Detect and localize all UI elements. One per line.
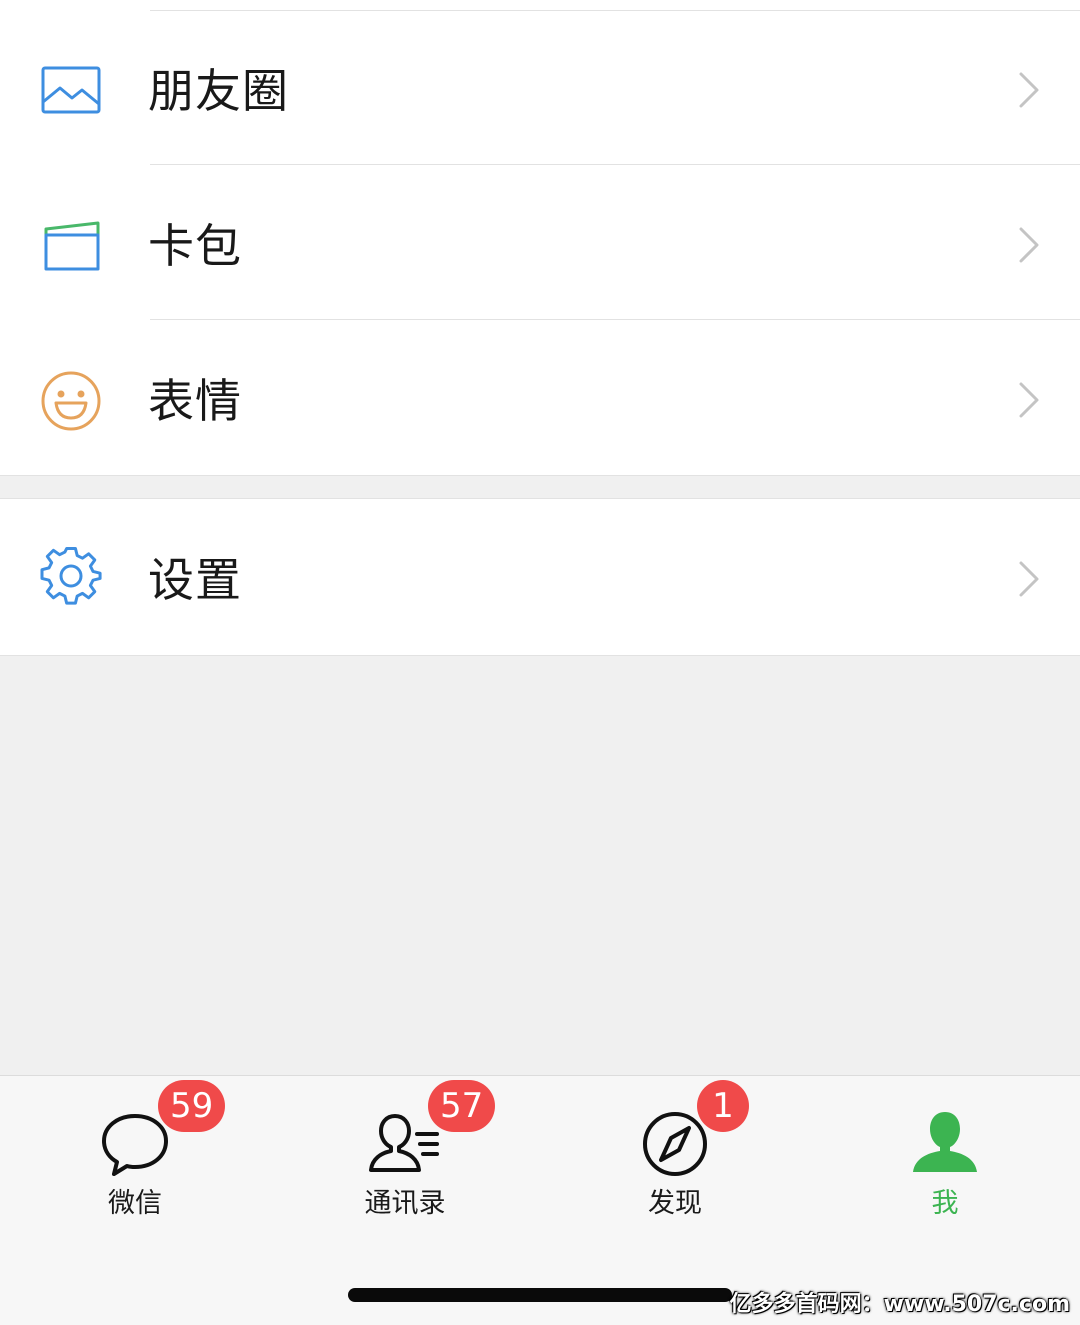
tab-label: 通讯录 [364,1188,446,1219]
tab-chats[interactable]: 59 微信 [0,1076,270,1236]
tab-label: 微信 [108,1188,162,1219]
tab-me[interactable]: 我 [810,1076,1080,1236]
tab-label: 发现 [648,1188,702,1219]
chat-bubble-icon [102,1114,168,1176]
gear-icon [40,547,102,605]
menu-item-moments[interactable]: 朋友圈 [0,11,1080,165]
chevron-right-icon [1019,227,1039,263]
menu-item-settings[interactable]: 设置 [0,500,1080,654]
chevron-right-icon [1019,561,1039,597]
tab-discover[interactable]: 1 发现 [540,1076,810,1236]
chevron-right-icon [1019,72,1039,108]
smiley-icon [41,371,101,431]
person-icon [913,1112,977,1172]
contacts-icon [369,1114,439,1172]
menu-item-label: 卡包 [148,219,242,273]
tab-contacts[interactable]: 57 通讯录 [270,1076,540,1236]
chevron-right-icon [1019,382,1039,418]
me-page: 朋友圈 卡包 表情 设置 59 微信 57 通讯录 1 发现 我 亿多多首码网：… [0,0,1080,1325]
menu-item-card-wallet[interactable]: 卡包 [0,166,1080,320]
menu-group-2: 设置 [0,498,1080,656]
unread-badge: 1 [697,1080,749,1132]
unread-badge: 59 [158,1080,226,1132]
divider [150,164,1080,165]
menu-group-1: 朋友圈 卡包 表情 [0,0,1080,476]
home-indicator[interactable] [348,1288,732,1302]
watermark: 亿多多首码网：www.507c.com [729,1292,1070,1317]
card-wallet-icon [44,221,100,271]
moments-icon [41,66,101,114]
menu-item-label: 设置 [148,553,242,607]
menu-item-stickers[interactable]: 表情 [0,321,1080,475]
tab-label: 我 [931,1188,959,1219]
divider [150,319,1080,320]
menu-item-label: 表情 [148,374,242,428]
menu-item-label: 朋友圈 [148,64,289,118]
unread-badge: 57 [428,1080,496,1132]
